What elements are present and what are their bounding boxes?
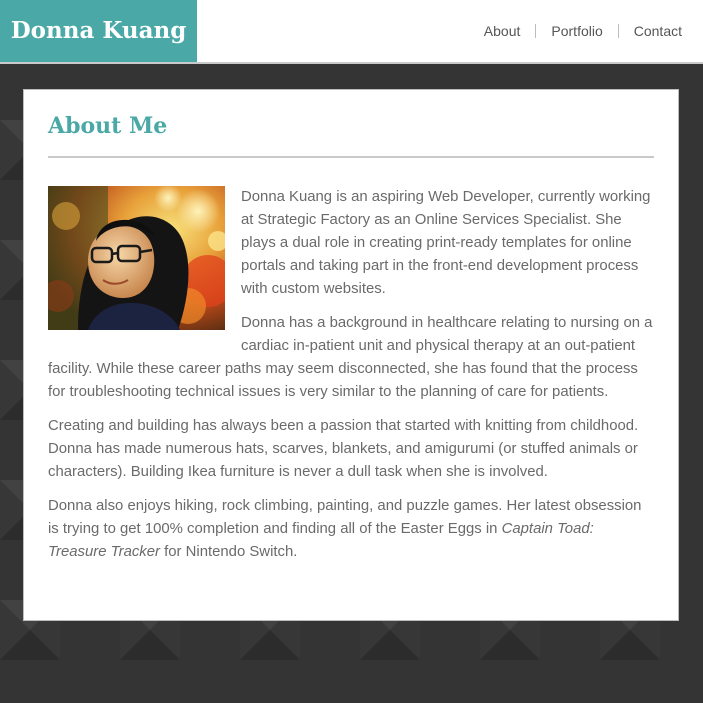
profile-photo (48, 186, 225, 330)
page-title: About Me (48, 113, 168, 139)
about-paragraph: Donna also enjoys hiking, rock climbing,… (48, 495, 654, 564)
about-card: About Me Donna Kuang is an aspiring Web … (23, 89, 679, 621)
site-logo[interactable]: Donna Kuang (0, 0, 197, 62)
site-header: Donna Kuang About Portfolio Contact (0, 0, 703, 64)
about-paragraph-text: for Nintendo Switch. (159, 544, 298, 560)
nav-link-about[interactable]: About (469, 23, 536, 39)
about-paragraph: Creating and building has always been a … (48, 418, 639, 480)
main-nav: About Portfolio Contact (469, 0, 682, 62)
nav-link-portfolio[interactable]: Portfolio (536, 23, 617, 39)
nav-link-contact[interactable]: Contact (619, 23, 682, 39)
about-content[interactable]: Donna Kuang is an aspiring Web Developer… (48, 186, 654, 564)
title-divider (48, 156, 654, 158)
